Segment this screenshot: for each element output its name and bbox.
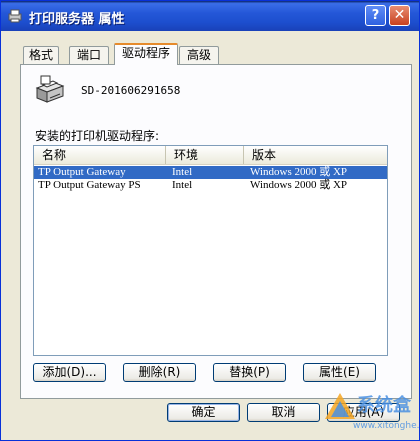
replace-driver-button[interactable]: 替换(P) (213, 363, 286, 382)
close-button[interactable]: ✕ (389, 5, 410, 26)
column-header-version[interactable]: 版本 (244, 146, 387, 164)
remove-driver-button[interactable]: 删除(R) (123, 363, 196, 382)
server-name: SD-201606291658 (81, 84, 181, 97)
printer-server-properties-window: 打印服务器 属性 ? ✕ 格式 端口 驱动程序 高级 SD-2016062916… (0, 0, 420, 441)
watermark-text: 系统盒 (357, 395, 411, 416)
print-server-icon (35, 75, 65, 103)
drivers-list-header: 名称 环境 版本 (34, 146, 387, 165)
title-bar[interactable]: 打印服务器 属性 ? ✕ (1, 1, 419, 31)
driver-row[interactable]: TP Output Gateway Intel Windows 2000 或 X… (34, 166, 387, 179)
cancel-button[interactable]: 取消 (247, 403, 320, 422)
help-button[interactable]: ? (365, 5, 386, 26)
drivers-list[interactable]: 名称 环境 版本 TP Output Gateway Intel Windows… (33, 145, 388, 356)
driver-properties-button[interactable]: 属性(E) (303, 363, 376, 382)
watermark-url: www.xitonghe.com (353, 421, 420, 431)
watermark-logo-icon (325, 393, 355, 419)
window-title: 打印服务器 属性 (29, 12, 125, 27)
tab-ports[interactable]: 端口 (69, 46, 109, 64)
ok-button[interactable]: 确定 (167, 403, 240, 422)
driver-version: Windows 2000 或 XP (250, 179, 348, 191)
driver-environment: Intel (172, 166, 193, 178)
tab-advanced[interactable]: 高级 (179, 46, 219, 64)
tab-drivers[interactable]: 驱动程序 (114, 43, 178, 65)
printer-icon (8, 9, 22, 23)
driver-version: Windows 2000 或 XP (250, 166, 348, 178)
driver-row[interactable]: TP Output Gateway PS Intel Windows 2000 … (34, 179, 387, 192)
tab-format[interactable]: 格式 (23, 46, 59, 64)
driver-name: TP Output Gateway (38, 166, 126, 178)
installed-drivers-label: 安装的打印机驱动程序: (35, 129, 160, 143)
column-header-name[interactable]: 名称 (34, 146, 166, 164)
column-header-environment[interactable]: 环境 (166, 146, 244, 164)
driver-environment: Intel (172, 179, 193, 191)
driver-name: TP Output Gateway PS (38, 179, 141, 191)
add-driver-button[interactable]: 添加(D)... (33, 363, 106, 382)
site-watermark: 系统盒 www.xitonghe.com (323, 387, 420, 439)
